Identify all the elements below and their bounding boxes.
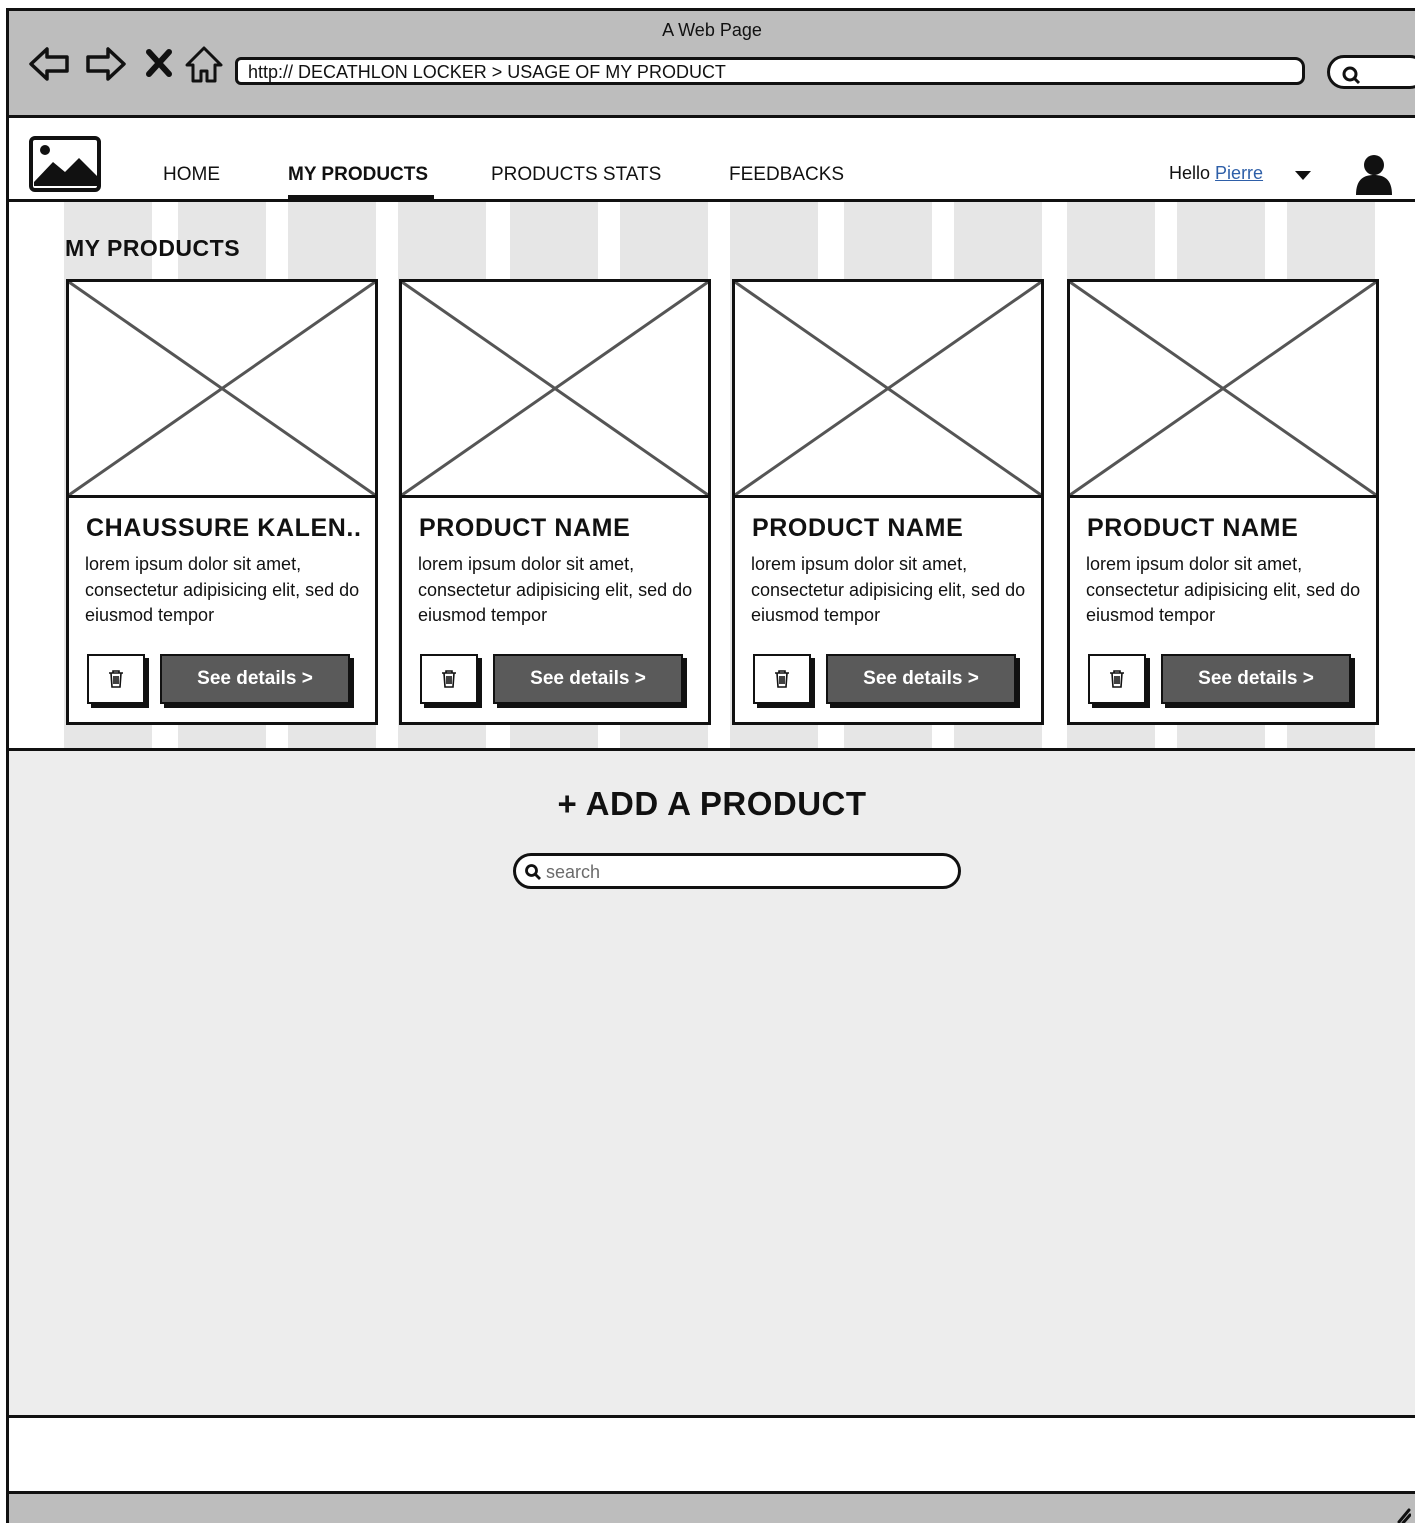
image-placeholder bbox=[69, 282, 375, 498]
product-card[interactable]: PRODUCT NAME lorem ipsum dolor sit amet, … bbox=[732, 279, 1044, 725]
page-title: MY PRODUCTS bbox=[65, 235, 241, 261]
product-name: PRODUCT NAME bbox=[1087, 514, 1299, 542]
image-placeholder-icon[interactable] bbox=[29, 136, 101, 192]
see-details-button[interactable]: See details > bbox=[826, 654, 1016, 704]
product-description: lorem ipsum dolor sit amet, consectetur … bbox=[418, 554, 693, 625]
home-icon[interactable] bbox=[181, 41, 227, 87]
footer bbox=[9, 1421, 1415, 1491]
active-tab-indicator bbox=[288, 195, 434, 202]
nav-link-feedbacks[interactable]: FEEDBACKS bbox=[729, 164, 844, 186]
resize-grip-icon[interactable] bbox=[1397, 1502, 1411, 1523]
forward-arrow-icon[interactable] bbox=[82, 41, 128, 87]
top-navigation: HOME MY PRODUCTS PRODUCTS STATS FEEDBACK… bbox=[9, 118, 1415, 202]
product-description: lorem ipsum dolor sit amet, consectetur … bbox=[1086, 554, 1361, 625]
back-arrow-icon[interactable] bbox=[27, 41, 73, 87]
product-name: CHAUSSURE KALEN.. bbox=[86, 514, 362, 542]
see-details-button[interactable]: See details > bbox=[1161, 654, 1351, 704]
user-icon[interactable] bbox=[1354, 153, 1394, 195]
browser-window: A Web Page http:// DECATHLON LOCKER > US… bbox=[6, 8, 1415, 1523]
product-search-input[interactable] bbox=[546, 860, 946, 884]
window-title: A Web Page bbox=[662, 20, 762, 40]
nav-link-home[interactable]: HOME bbox=[163, 164, 220, 186]
product-search-field[interactable] bbox=[513, 853, 961, 889]
delete-button[interactable] bbox=[1088, 654, 1146, 704]
delete-button[interactable] bbox=[87, 654, 145, 704]
product-card[interactable]: CHAUSSURE KALEN.. lorem ipsum dolor sit a… bbox=[66, 279, 378, 725]
add-product-panel: + ADD A PRODUCT bbox=[9, 748, 1415, 1418]
see-details-button[interactable]: See details > bbox=[493, 654, 683, 704]
nav-link-my-products[interactable]: MY PRODUCTS bbox=[288, 164, 428, 186]
product-name: PRODUCT NAME bbox=[419, 514, 631, 542]
trash-icon bbox=[109, 670, 123, 688]
close-icon[interactable] bbox=[137, 41, 183, 87]
product-description: lorem ipsum dolor sit amet, consectetur … bbox=[751, 554, 1026, 625]
product-name: PRODUCT NAME bbox=[752, 514, 964, 542]
product-card[interactable]: PRODUCT NAME lorem ipsum dolor sit amet, … bbox=[399, 279, 711, 725]
greeting-text: Hello bbox=[1169, 163, 1211, 183]
trash-icon bbox=[775, 670, 789, 688]
delete-button[interactable] bbox=[420, 654, 478, 704]
delete-button[interactable] bbox=[753, 654, 811, 704]
product-card[interactable]: PRODUCT NAME lorem ipsum dolor sit amet, … bbox=[1067, 279, 1379, 725]
chevron-down-icon[interactable] bbox=[1295, 171, 1311, 180]
image-placeholder bbox=[402, 282, 708, 498]
trash-icon bbox=[442, 670, 456, 688]
browser-search-field[interactable] bbox=[1327, 55, 1415, 89]
image-placeholder bbox=[735, 282, 1041, 498]
user-name-link[interactable]: Pierre bbox=[1215, 163, 1263, 183]
trash-icon bbox=[1110, 670, 1124, 688]
see-details-button[interactable]: See details > bbox=[160, 654, 350, 704]
address-bar[interactable]: http:// DECATHLON LOCKER > USAGE OF MY P… bbox=[235, 57, 1305, 85]
browser-title-bar: A Web Page http:// DECATHLON LOCKER > US… bbox=[9, 11, 1415, 118]
browser-status-bar bbox=[9, 1491, 1415, 1523]
image-placeholder bbox=[1070, 282, 1376, 498]
search-icon bbox=[525, 864, 541, 880]
user-greeting: Hello Pierre bbox=[1169, 163, 1263, 184]
nav-link-products-stats[interactable]: PRODUCTS STATS bbox=[491, 164, 661, 186]
add-product-title[interactable]: + ADD A PRODUCT bbox=[9, 785, 1415, 823]
nav-divider bbox=[9, 199, 1415, 202]
search-icon bbox=[1342, 66, 1361, 85]
product-description: lorem ipsum dolor sit amet, consectetur … bbox=[85, 554, 360, 625]
